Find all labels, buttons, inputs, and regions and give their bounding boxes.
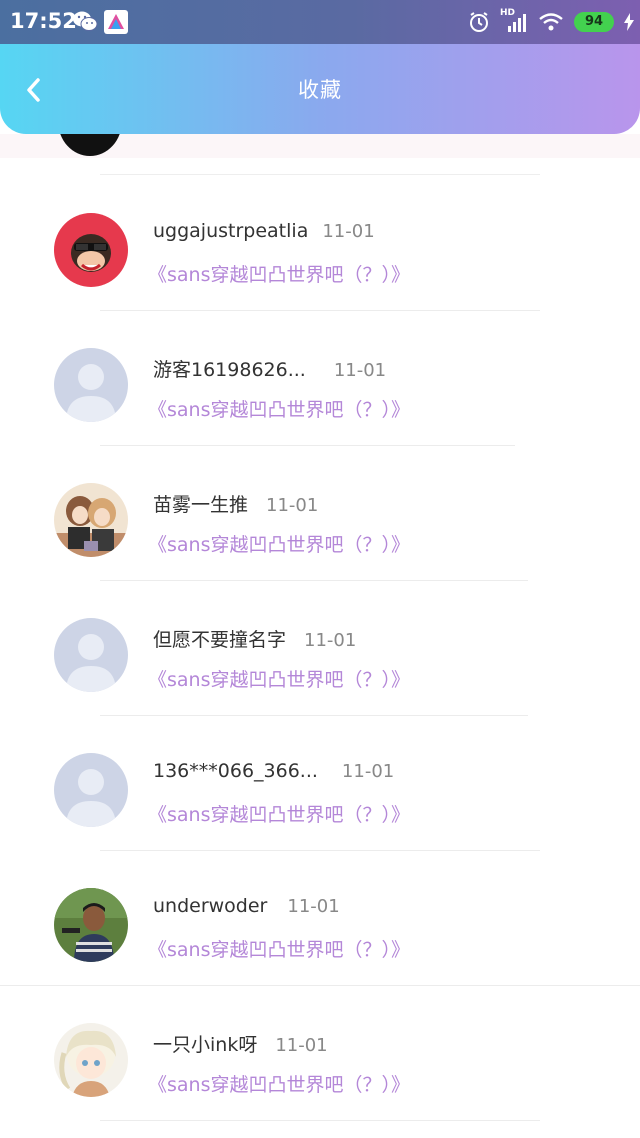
username[interactable]: underwoder	[153, 895, 267, 917]
battery-icon: 94	[574, 12, 614, 32]
list-item[interactable]: 苗雾一生推 11-01 《sans穿越凹凸世界吧（？）》	[0, 446, 640, 581]
username[interactable]: 游客16198626...	[153, 359, 306, 381]
favorites-list[interactable]: uggajustrpeatlia 11-01 《sans穿越凹凸世界吧（？）》 游…	[0, 134, 640, 1138]
anime-girl-avatar[interactable]	[54, 1023, 128, 1097]
boy-photo-avatar[interactable]	[54, 888, 128, 962]
username[interactable]: 苗雾一生推	[153, 494, 248, 516]
list-item[interactable]: uggajustrpeatlia 11-01 《sans穿越凹凸世界吧（？）》	[0, 176, 640, 311]
nav-header: 收藏	[0, 44, 640, 134]
battery-level: 94	[584, 14, 604, 29]
date-label: 11-01	[333, 360, 387, 381]
date-label: 11-01	[341, 761, 395, 782]
cell-signal-icon: HD	[500, 8, 528, 34]
status-time: 17:52	[10, 9, 77, 33]
post-title-link[interactable]: 《sans穿越凹凸世界吧（？）》	[148, 665, 410, 692]
divider	[100, 174, 540, 175]
divider	[100, 1120, 540, 1121]
post-title-link[interactable]: 《sans穿越凹凸世界吧（？）》	[148, 260, 410, 287]
wechat-icon	[73, 11, 98, 31]
date-label: 11-01	[304, 630, 357, 651]
default-avatar[interactable]	[54, 753, 128, 827]
list-item[interactable]: 136***066_366... 11-01 《sans穿越凹凸世界吧（？）》	[0, 716, 640, 851]
username[interactable]: 一只小ink呀	[153, 1034, 257, 1056]
post-title-link[interactable]: 《sans穿越凹凸世界吧（？）》	[148, 1070, 410, 1097]
username[interactable]: uggajustrpeatlia	[153, 220, 308, 242]
alarm-icon	[470, 12, 488, 32]
charging-icon	[624, 13, 634, 31]
wifi-icon	[539, 13, 563, 31]
list-item[interactable]: 一只小ink呀 11-01 《sans穿越凹凸世界吧（？）》	[0, 986, 640, 1121]
username[interactable]: 136***066_366...	[153, 760, 318, 782]
username[interactable]: 但愿不要撞名字	[153, 629, 286, 651]
post-title-link[interactable]: 《sans穿越凹凸世界吧（？）》	[148, 935, 410, 962]
list-item[interactable]: 游客16198626... 11-01 《sans穿越凹凸世界吧（？）》	[0, 311, 640, 446]
default-avatar[interactable]	[54, 618, 128, 692]
monkey-avatar[interactable]	[54, 213, 128, 287]
date-label: 11-01	[275, 1035, 328, 1056]
app-notification-icon	[104, 10, 128, 34]
default-avatar[interactable]	[54, 348, 128, 422]
status-icons: HD 94	[468, 8, 634, 36]
list-item[interactable]: underwoder 11-01 《sans穿越凹凸世界吧（？）》	[0, 851, 640, 986]
post-title-link[interactable]: 《sans穿越凹凸世界吧（？）》	[148, 530, 410, 557]
list-item[interactable]: 但愿不要撞名字 11-01 《sans穿越凹凸世界吧（？）》	[0, 581, 640, 716]
date-label: 11-01	[287, 896, 340, 917]
page-title: 收藏	[298, 78, 342, 102]
date-label: 11-01	[322, 221, 375, 242]
post-title-link[interactable]: 《sans穿越凹凸世界吧（？）》	[148, 395, 410, 422]
post-title-link[interactable]: 《sans穿越凹凸世界吧（？）》	[148, 800, 410, 827]
anime-couple-avatar[interactable]	[54, 483, 128, 557]
date-label: 11-01	[266, 495, 319, 516]
status-bar: 17:52 HD 94	[0, 0, 640, 44]
